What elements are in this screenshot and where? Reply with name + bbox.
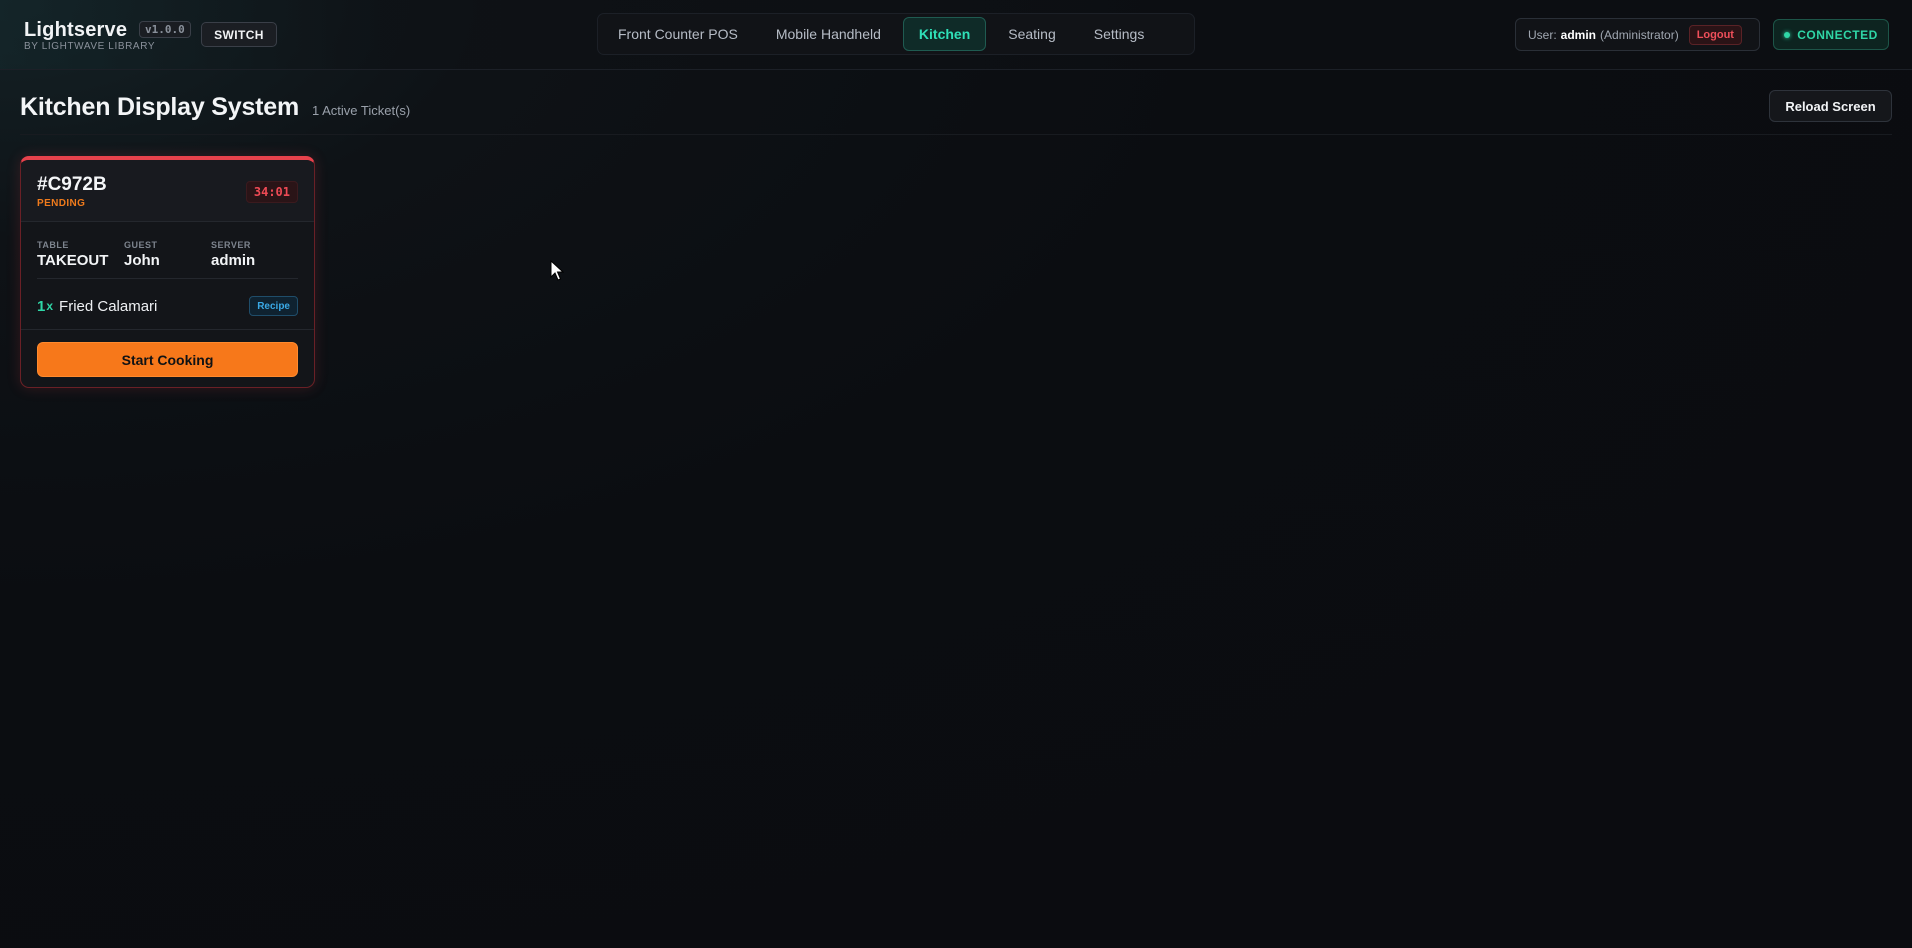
switch-button[interactable]: SWITCH: [201, 22, 277, 47]
app-name: Lightserve: [24, 19, 128, 41]
tab-mobile-handheld[interactable]: Mobile Handheld: [760, 17, 897, 51]
server-value: admin: [211, 252, 256, 269]
header-divider: [20, 134, 1892, 135]
ticket-header: #C972B PENDING 34:01: [21, 160, 314, 222]
recipe-button[interactable]: Recipe: [249, 296, 298, 316]
page-title: Kitchen Display System: [20, 93, 300, 121]
brand: Lightserve v1.0.0 BY LIGHTWAVE LIBRARY: [24, 19, 191, 52]
ticket-timer: 34:01: [245, 181, 298, 203]
table-label: TABLE: [37, 240, 69, 250]
ticket-server: SERVER admin: [211, 240, 255, 269]
start-cooking-button[interactable]: Start Cooking: [37, 342, 298, 377]
table-value: TAKEOUT: [37, 252, 109, 269]
tab-kitchen[interactable]: Kitchen: [902, 17, 987, 51]
user-prefix: User:: [1528, 27, 1557, 42]
status-dot-icon: [1784, 31, 1791, 38]
ticket-id: #C972B: [37, 174, 107, 195]
main-nav: Front Counter POS Mobile Handheld Kitche…: [597, 13, 1195, 55]
tab-front-counter-pos[interactable]: Front Counter POS: [602, 17, 754, 51]
ticket-divider: [21, 329, 314, 330]
list-item: 1 x Fried Calamari Recipe: [37, 295, 298, 317]
ticket-status: PENDING: [37, 198, 86, 209]
tab-seating[interactable]: Seating: [992, 17, 1071, 51]
guest-value: John: [124, 252, 160, 269]
connection-status-badge: CONNECTED: [1773, 19, 1889, 50]
top-bar: Lightserve v1.0.0 BY LIGHTWAVE LIBRARY S…: [0, 0, 1912, 70]
server-label: SERVER: [211, 240, 251, 250]
item-quantity-suffix: x: [46, 299, 54, 313]
ticket-card: #C972B PENDING 34:01 TABLE TAKEOUT GUEST…: [20, 156, 315, 388]
version-badge: v1.0.0: [139, 21, 191, 38]
active-ticket-count: 1 Active Ticket(s): [312, 103, 411, 118]
app-subtitle: BY LIGHTWAVE LIBRARY: [24, 41, 156, 52]
ticket-divider: [37, 278, 298, 279]
connection-status-label: CONNECTED: [1797, 27, 1878, 42]
ticket-guest: GUEST John: [124, 240, 160, 269]
reload-screen-button[interactable]: Reload Screen: [1769, 90, 1892, 122]
user-info: User: admin (Administrator) Logout: [1515, 18, 1760, 51]
item-quantity: 1: [37, 297, 46, 315]
ticket-table: TABLE TAKEOUT: [37, 240, 108, 269]
user-name: admin: [1560, 27, 1597, 42]
guest-label: GUEST: [124, 240, 158, 250]
tab-settings[interactable]: Settings: [1078, 17, 1161, 51]
item-name: Fried Calamari: [59, 297, 158, 315]
logout-button[interactable]: Logout: [1688, 24, 1742, 45]
user-role: (Administrator): [1600, 27, 1679, 42]
mouse-pointer-icon: [550, 260, 564, 281]
